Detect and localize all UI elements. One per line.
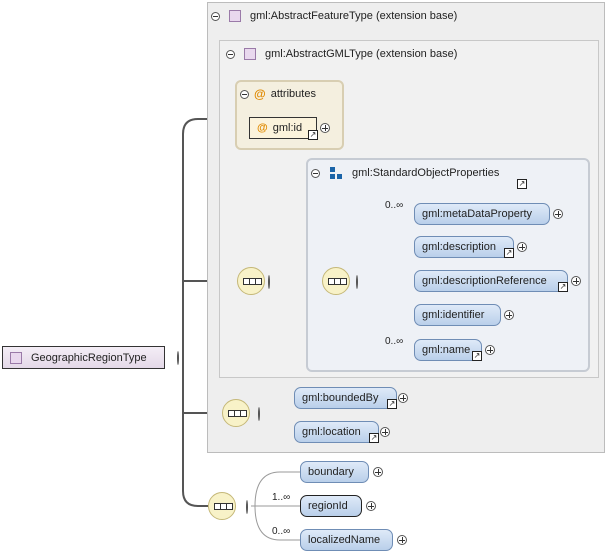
extension-label: gml:AbstractGMLType (extension base) [265,48,458,60]
expand-icon[interactable] [398,393,408,403]
element-localizedname[interactable]: localizedName [300,529,393,551]
expand-icon[interactable] [397,535,407,545]
element-label: gml:identifier [422,309,485,321]
complex-type-icon [244,48,256,60]
collapse-icon[interactable] [177,351,179,365]
collapse-icon[interactable] [356,275,358,289]
root-label: GeographicRegionType [31,351,147,364]
expand-icon[interactable] [553,209,563,219]
attribute-icon: @ [257,122,268,134]
cardinality-label: 0..∞ [272,526,291,537]
element-label: localizedName [308,534,381,546]
link-arrow-icon[interactable]: ↗ [517,179,527,189]
cardinality-label: 0..∞ [385,336,404,347]
expand-icon[interactable] [380,427,390,437]
expand-icon[interactable] [373,467,383,477]
attribute-gml-id[interactable]: @ gml:id ↗ [249,117,318,140]
expand-icon[interactable] [320,123,330,133]
link-arrow-icon[interactable]: ↗ [504,248,514,258]
element-gml-description[interactable]: gml:description ↗ [414,236,514,258]
collapse-icon[interactable] [268,275,270,289]
element-label: gml:name [422,344,471,356]
attribute-icon: @ [254,87,266,101]
expand-icon[interactable] [485,345,495,355]
link-arrow-icon[interactable]: ↗ [387,399,397,409]
link-arrow-icon[interactable]: ↗ [558,282,568,292]
collapse-icon[interactable] [246,500,248,514]
link-arrow-icon[interactable]: ↗ [472,351,482,361]
element-gml-location[interactable]: gml:location ↗ [294,421,379,443]
group-icon [330,167,342,179]
collapse-icon[interactable] [311,168,320,178]
collapse-icon[interactable] [211,11,220,21]
attribute-label: gml:id [272,122,303,134]
sequence-compositor[interactable] [208,492,236,520]
element-gml-descriptionreference[interactable]: gml:descriptionReference ↗ [414,270,568,292]
expand-icon[interactable] [366,501,376,511]
root-complex-type[interactable]: GeographicRegionType [2,346,165,369]
attributes-label: attributes [270,88,316,100]
expand-icon[interactable] [517,242,527,252]
expand-icon[interactable] [504,310,514,320]
collapse-icon[interactable] [240,89,249,99]
sequence-compositor[interactable] [237,267,265,295]
element-label: gml:descriptionReference [422,275,547,287]
element-gml-boundedby[interactable]: gml:boundedBy ↗ [294,387,397,409]
element-regionid[interactable]: regionId [300,495,362,517]
cardinality-label: 1..∞ [272,492,291,503]
collapse-icon[interactable] [258,407,260,421]
complex-type-icon [10,351,22,364]
link-arrow-icon[interactable]: ↗ [369,433,379,443]
link-arrow-icon[interactable]: ↗ [308,130,318,140]
cardinality-label: 0..∞ [385,200,404,211]
element-label: gml:description [422,241,496,253]
element-gml-name[interactable]: gml:name ↗ [414,339,482,361]
element-label: boundary [308,466,354,478]
element-label: gml:metaDataProperty [422,208,533,220]
group-label: gml:StandardObjectProperties [352,167,500,179]
collapse-icon[interactable] [226,49,235,59]
attributes-group: @ attributes [235,80,344,150]
element-label: gml:location [302,426,361,438]
sequence-compositor[interactable] [222,399,250,427]
sequence-compositor[interactable] [322,267,350,295]
expand-icon[interactable] [571,276,581,286]
element-gml-identifier[interactable]: gml:identifier [414,304,501,326]
element-label: regionId [308,500,348,512]
extension-label: gml:AbstractFeatureType (extension base) [250,10,458,22]
element-label: gml:boundedBy [302,392,379,404]
element-boundary[interactable]: boundary [300,461,369,483]
complex-type-icon [229,10,241,22]
element-gml-metadataproperty[interactable]: gml:metaDataProperty [414,203,550,225]
